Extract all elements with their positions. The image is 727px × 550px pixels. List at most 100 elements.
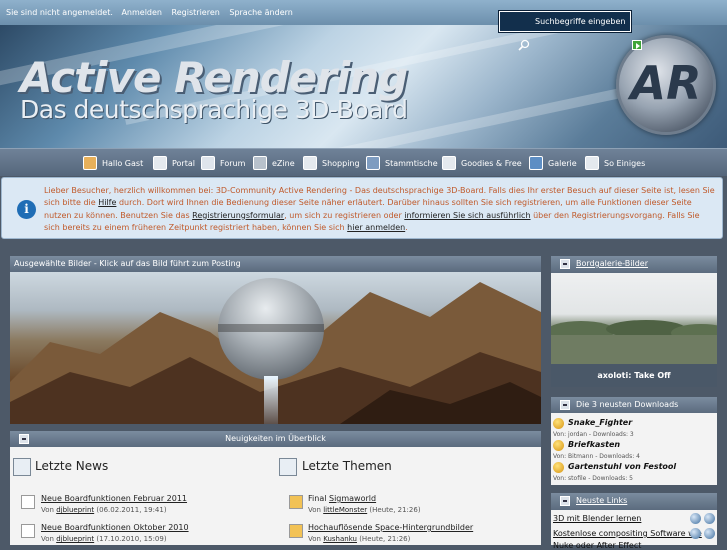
ar-icon: [253, 156, 267, 170]
news-overview-title: Neuigkeiten im Überblick: [225, 434, 326, 443]
news-date: (17.10.2010, 15:09): [96, 535, 167, 543]
topic-item-title[interactable]: Hochauflösende Space-Hintergrundbilder: [308, 523, 473, 532]
gallery-caption: axoloti: Take Off: [551, 364, 717, 387]
notice-part: , um sich zu registrieren oder: [284, 210, 405, 220]
download-icon: [553, 440, 564, 451]
topic-author-link[interactable]: Kushanku: [323, 535, 357, 543]
topic-link[interactable]: Sigmaworld: [329, 494, 376, 503]
download-name[interactable]: Gartenstuhl von Festool: [568, 462, 676, 471]
engine-thrust: [264, 376, 278, 424]
download-name[interactable]: Briefkasten: [568, 440, 620, 449]
featured-images-title: Ausgewählte Bilder - Klick auf das Bild …: [14, 259, 241, 268]
gallery-title-link[interactable]: Bordgalerie-Bilder: [576, 259, 648, 268]
latest-news-heading: Letzte News: [35, 459, 109, 473]
collapse-icon[interactable]: [560, 258, 570, 269]
search-submit-button[interactable]: [632, 40, 642, 50]
news-item-title[interactable]: Neue Boardfunktionen Februar 2011: [41, 494, 187, 503]
notice-part: .: [405, 223, 408, 233]
nav-label: So Einiges: [604, 158, 646, 168]
gallery-header: Bordgalerie-Bilder: [551, 256, 717, 273]
meta-by: Von: [41, 535, 54, 543]
nav-item-stammtische[interactable]: Stammtische: [366, 154, 438, 172]
topic-author-link[interactable]: littleMonster: [323, 506, 367, 514]
registration-form-link[interactable]: Registrierungsformular: [192, 211, 284, 220]
nav-label: Stammtische: [385, 158, 438, 168]
news-item-meta: Von djblueprint (17.10.2010, 15:09): [41, 535, 167, 543]
language-link[interactable]: Sprache ändern: [229, 8, 292, 17]
news-author-link[interactable]: djblueprint: [56, 506, 94, 514]
nav-item-hallo-gast[interactable]: Hallo Gast: [83, 154, 143, 172]
main-nav: Hallo Gast Portal Forum eZine Shopping S…: [0, 148, 727, 176]
nav-item-goodies[interactable]: Goodies & Free: [442, 154, 522, 172]
collapse-icon[interactable]: [560, 399, 570, 410]
nav-item-forum[interactable]: Forum: [201, 154, 245, 172]
link-item[interactable]: 3D mit Blender lernen: [553, 514, 641, 523]
topic-item-icon: [289, 495, 303, 509]
login-link[interactable]: Anmelden: [121, 8, 162, 17]
download-meta: Von: jordan - Downloads: 3: [553, 431, 634, 438]
nav-label: Shopping: [322, 158, 360, 168]
download-icon: [553, 462, 564, 473]
globe-icon[interactable]: [704, 528, 715, 539]
gift-icon: [442, 156, 456, 170]
search-input[interactable]: Suchbegriffe eingeben: [499, 11, 631, 32]
meta-by: Von: [308, 506, 321, 514]
news-author-link[interactable]: djblueprint: [56, 535, 94, 543]
download-icon: [553, 418, 564, 429]
nav-label: Galerie: [548, 158, 577, 168]
globe-icon[interactable]: [690, 528, 701, 539]
register-link[interactable]: Registrieren: [172, 8, 220, 17]
meta-by: Von: [308, 535, 321, 543]
globe-icon[interactable]: [690, 513, 701, 524]
collapse-icon[interactable]: [19, 434, 29, 444]
gallery-image[interactable]: [551, 273, 717, 364]
meta-by: Von: [41, 506, 54, 514]
registration-info-link[interactable]: informieren Sie sich ausführlich: [404, 211, 530, 220]
people-icon: [366, 156, 380, 170]
nav-label: Goodies & Free: [461, 158, 522, 168]
nav-item-portal[interactable]: Portal: [153, 154, 195, 172]
topic-item-title[interactable]: Final Sigmaworld: [308, 494, 376, 503]
news-date: (06.02.2011, 19:41): [96, 506, 167, 514]
login-here-link[interactable]: hier anmelden: [347, 223, 405, 232]
latest-topics-heading: Letzte Themen: [302, 459, 392, 473]
ar-logo-badge[interactable]: AR: [616, 35, 716, 135]
cart-icon: [303, 156, 317, 170]
nav-label: Hallo Gast: [102, 158, 144, 168]
download-meta: Von: Bitmann - Downloads: 4: [553, 453, 640, 460]
collapse-icon[interactable]: [560, 495, 570, 506]
download-name[interactable]: Snake_Fighter: [568, 418, 632, 427]
nav-label: Forum: [220, 158, 246, 168]
nav-item-ezine[interactable]: eZine: [253, 154, 295, 172]
news-overview-panel: Letzte News Letzte Themen Neue Boardfunk…: [10, 447, 541, 545]
forum-icon: [201, 156, 215, 170]
nav-item-galerie[interactable]: Galerie: [529, 154, 577, 172]
nav-label: eZine: [272, 158, 295, 168]
welcome-notice: i Lieber Besucher, herzlich willkommen b…: [1, 177, 723, 239]
topic-date: (Heute, 21:26): [369, 506, 421, 514]
news-item-icon: [21, 495, 35, 509]
globe-icon[interactable]: [704, 513, 715, 524]
featured-images-header: Ausgewählte Bilder - Klick auf das Bild …: [10, 256, 541, 272]
links-title-link[interactable]: Neuste Links: [576, 496, 627, 505]
login-status: Sie sind nicht angemeldet.: [6, 8, 113, 17]
featured-image[interactable]: [10, 272, 541, 424]
link-item[interactable]: Nuke oder After Effect: [553, 541, 641, 550]
gallery-landscape-graphic: [551, 320, 717, 364]
notice-text: Lieber Besucher, herzlich willkommen bei…: [44, 185, 716, 235]
downloads-header: Die 3 neusten Downloads: [551, 397, 717, 413]
link-item[interactable]: Kostenlose compositing Software wie: [553, 529, 702, 538]
topic-date: (Heute, 21:26): [359, 535, 411, 543]
topic-item-meta: Von littleMonster (Heute, 21:26): [308, 506, 421, 514]
topic-item-meta: Von Kushanku (Heute, 21:26): [308, 535, 410, 543]
search-icon: [518, 39, 530, 51]
topic-prefix: Final: [308, 494, 329, 503]
home-icon: [153, 156, 167, 170]
info-icon: i: [17, 200, 36, 219]
sphere-band: [218, 324, 324, 332]
news-item-title[interactable]: Neue Boardfunktionen Oktober 2010: [41, 523, 189, 532]
nav-item-shopping[interactable]: Shopping: [303, 154, 360, 172]
site-header: Active Rendering Das deutschsprachige 3D…: [0, 25, 727, 148]
nav-item-so-einiges[interactable]: So Einiges: [585, 154, 645, 172]
help-link[interactable]: Hilfe: [98, 198, 116, 207]
